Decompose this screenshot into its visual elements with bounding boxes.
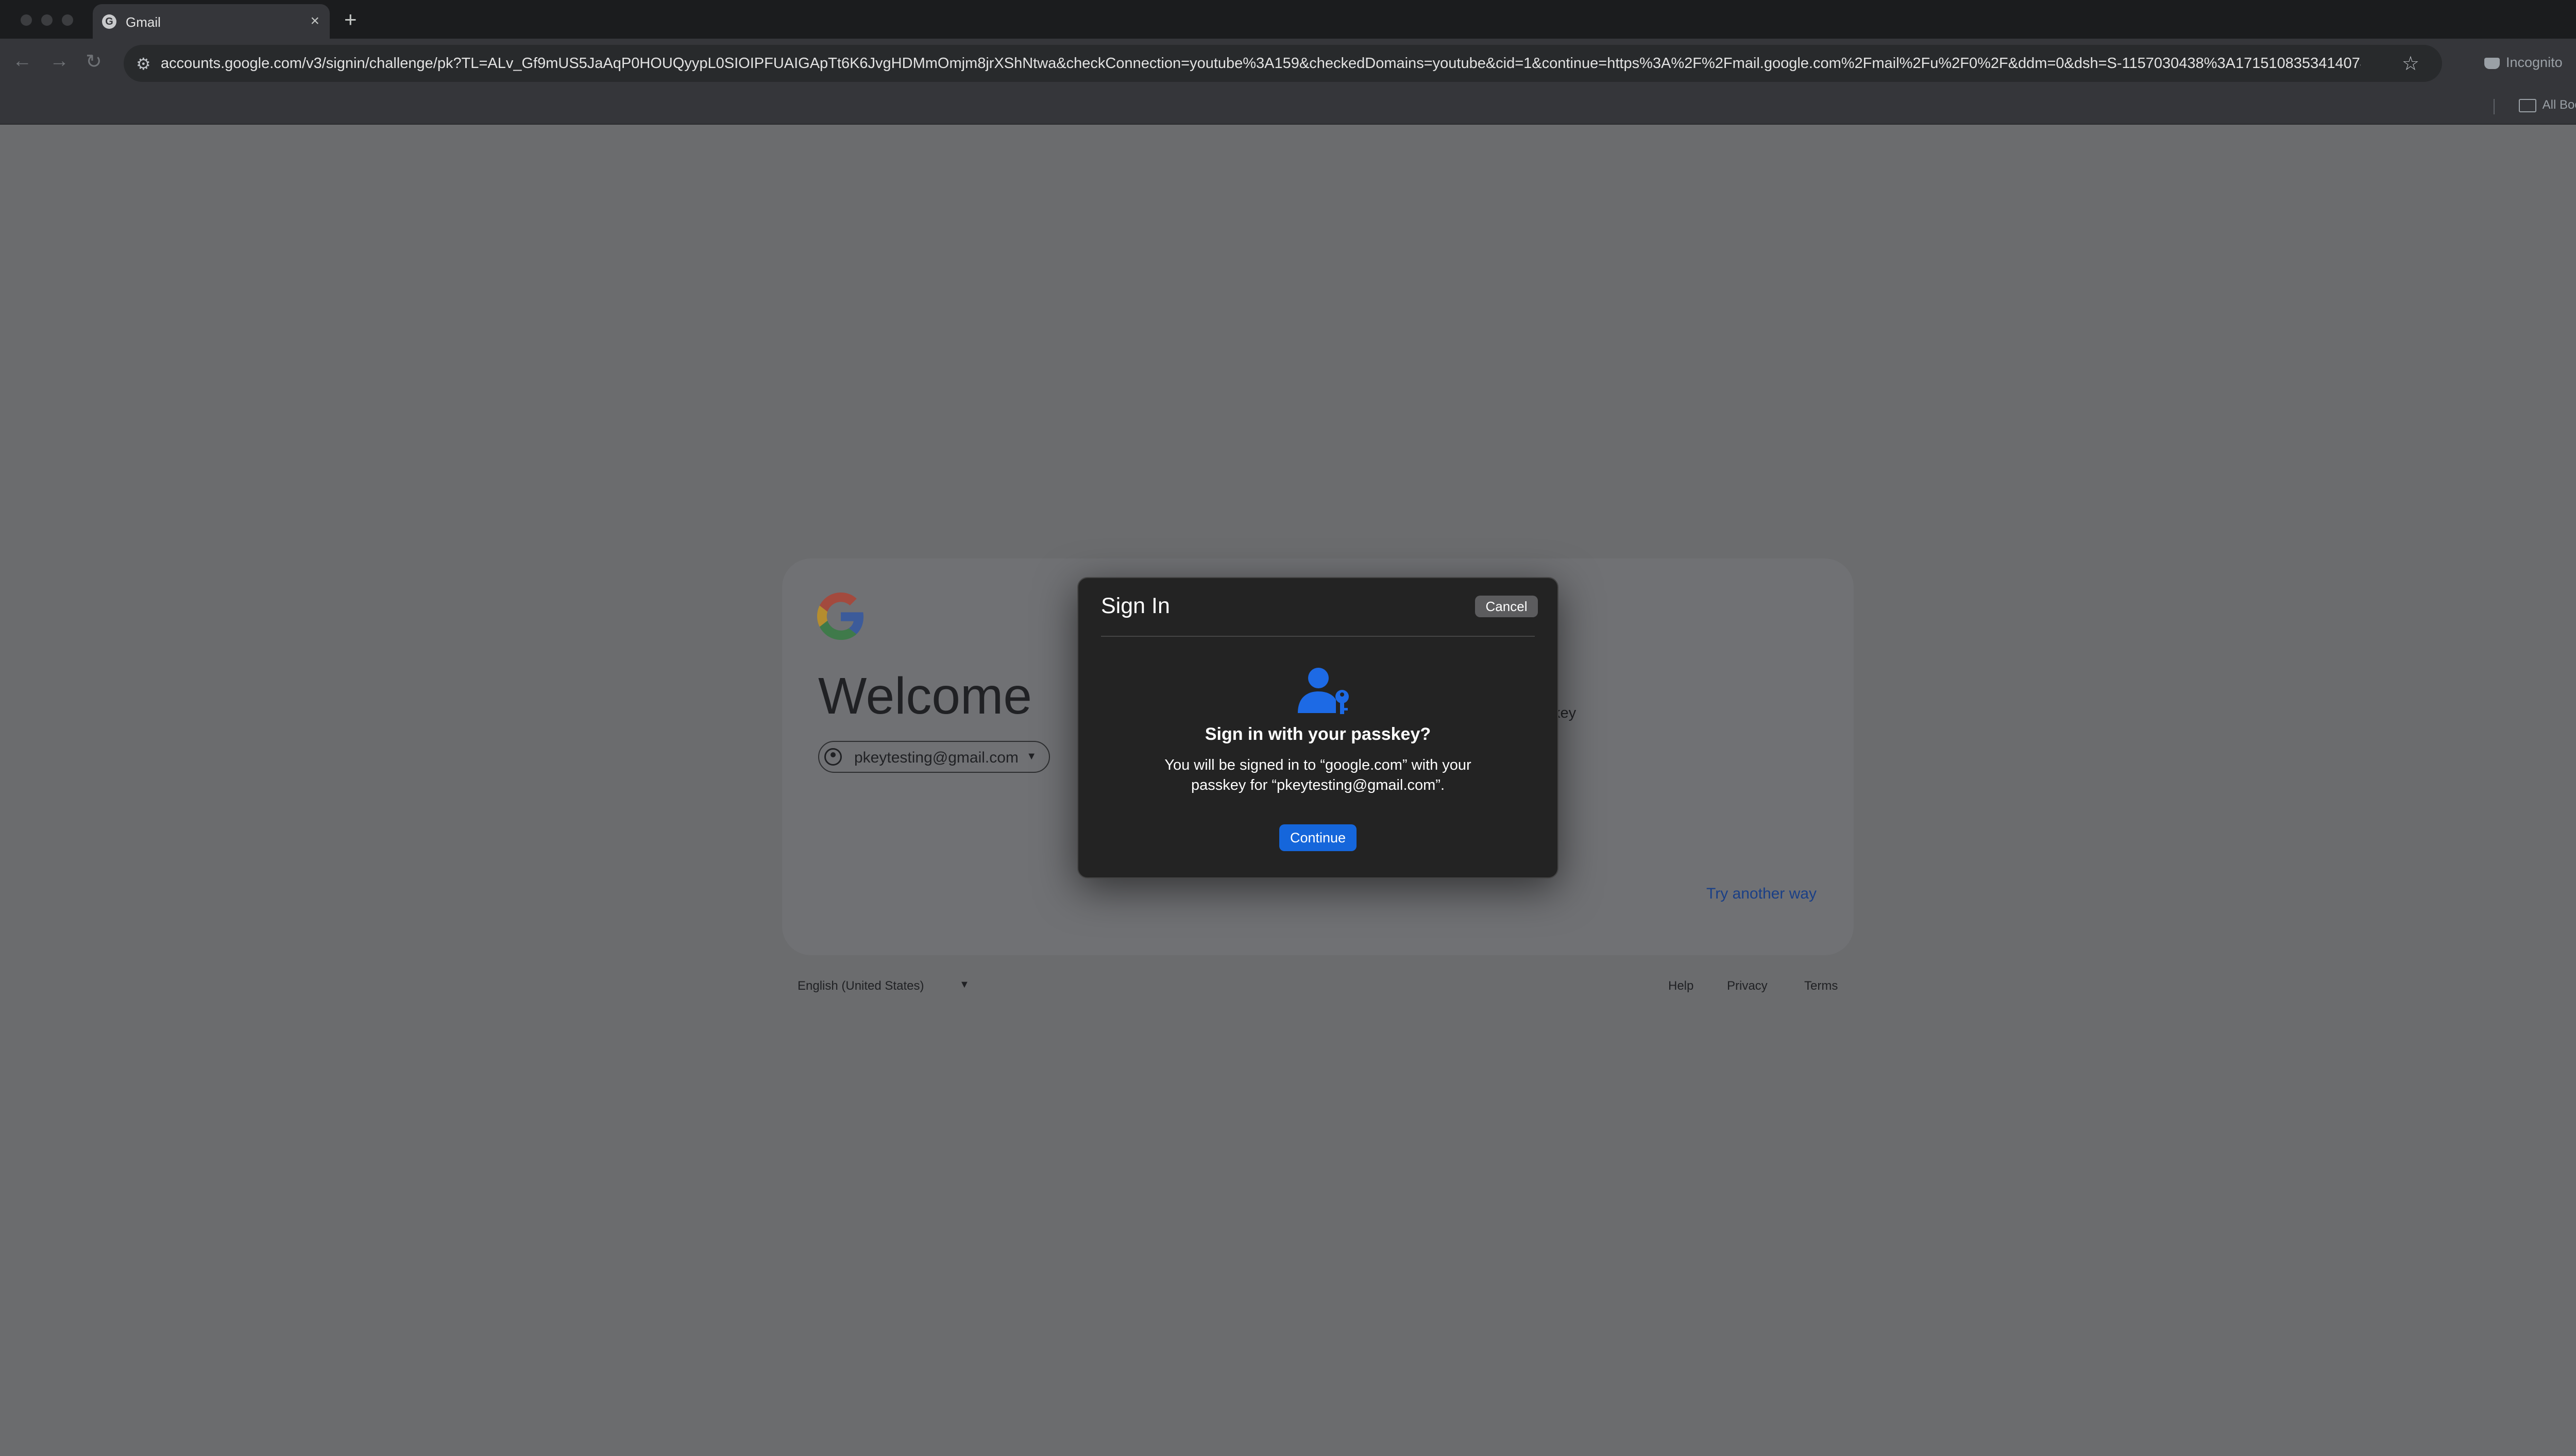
close-window-button[interactable]: [21, 14, 32, 26]
all-bookmarks-label: All Bookmarks: [2542, 98, 2576, 112]
language-selector[interactable]: English (United States): [798, 979, 924, 993]
bookmarks-divider: [2494, 99, 2495, 114]
google-favicon-icon: G: [102, 14, 116, 29]
incognito-label: Incognito: [2506, 55, 2563, 70]
account-email: pkeytesting@gmail.com: [854, 749, 1019, 766]
minimize-window-button[interactable]: [41, 14, 53, 26]
dialog-body-line-2: passkey for “pkeytesting@gmail.com”.: [1191, 777, 1445, 793]
folder-icon: [2518, 98, 2536, 112]
address-bar[interactable]: ⚙ accounts.google.com/v3/signin/challeng…: [124, 45, 2442, 82]
account-chooser[interactable]: pkeytesting@gmail.com ▼: [818, 741, 1050, 773]
browser-toolbar: ← → ↻ ⚙ accounts.google.com/v3/signin/ch…: [0, 39, 2576, 88]
continue-button[interactable]: Continue: [1279, 824, 1357, 851]
new-tab-icon[interactable]: +: [344, 7, 357, 32]
tab-strip: G Gmail × + ⌄: [0, 0, 2576, 39]
privacy-link[interactable]: Privacy: [1727, 979, 1768, 993]
terms-link[interactable]: Terms: [1804, 979, 1838, 993]
google-logo-icon: [817, 592, 864, 640]
reload-icon[interactable]: ↻: [86, 50, 102, 73]
tab-gmail[interactable]: G Gmail ×: [93, 4, 330, 39]
site-info-icon[interactable]: ⚙: [136, 54, 151, 74]
welcome-heading: Welcome: [818, 667, 1032, 725]
bookmark-star-icon[interactable]: ☆: [2402, 52, 2419, 75]
dialog-body: You will be signed in to “google.com” wi…: [1078, 755, 1557, 795]
incognito-indicator[interactable]: Incognito: [2484, 48, 2563, 77]
dialog-title: Sign In: [1101, 594, 1170, 618]
help-link[interactable]: Help: [1668, 979, 1693, 993]
close-tab-icon[interactable]: ×: [310, 12, 319, 30]
cancel-button[interactable]: Cancel: [1475, 596, 1538, 617]
all-bookmarks-button[interactable]: All Bookmarks: [2518, 98, 2576, 112]
forward-arrow-icon[interactable]: →: [49, 50, 69, 72]
dialog-body-line-1: You will be signed in to “google.com” wi…: [1164, 757, 1471, 773]
bookmarks-bar: All Bookmarks: [0, 88, 2576, 125]
caret-down-icon: ▼: [1026, 751, 1037, 762]
try-another-way-button[interactable]: Try another way: [1706, 885, 1817, 903]
passkey-dialog: Sign In Cancel Sign in with your passkey…: [1077, 577, 1558, 878]
incognito-icon: [2484, 57, 2500, 69]
tab-title: Gmail: [126, 14, 161, 30]
back-arrow-icon[interactable]: ←: [12, 50, 32, 72]
account-circle-icon: [824, 748, 842, 766]
person-key-icon: [1298, 668, 1349, 714]
url-text[interactable]: accounts.google.com/v3/signin/challenge/…: [161, 55, 2361, 72]
browser-chrome: G Gmail × + ⌄ ← → ↻ ⚙ accounts.google.co…: [0, 0, 2576, 125]
language-caret-down-icon[interactable]: ▼: [959, 979, 970, 991]
dialog-divider: [1101, 636, 1535, 637]
dialog-heading: Sign in with your passkey?: [1205, 724, 1431, 744]
zoom-window-button[interactable]: [62, 14, 73, 26]
